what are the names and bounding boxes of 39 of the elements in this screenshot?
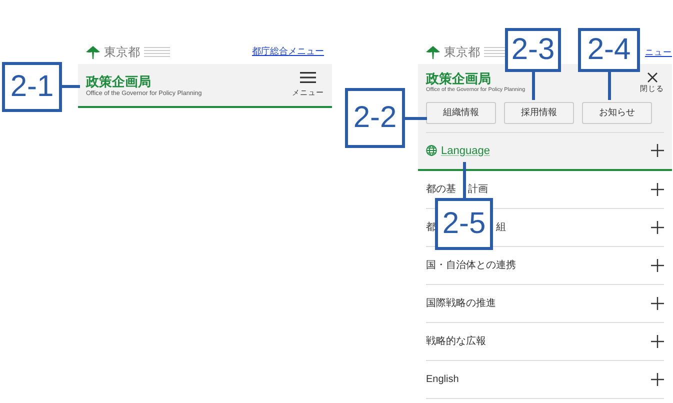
menu-item-label[interactable]: 都の基: [426, 182, 456, 197]
logo-text: 東京都: [444, 44, 480, 61]
header-link-button[interactable]: お知らせ: [582, 102, 652, 124]
close-icon[interactable]: [646, 72, 658, 83]
menu-item-label[interactable]: 国・自治体との連携: [426, 258, 516, 273]
leader-line: [532, 72, 535, 100]
leader-line: [62, 85, 80, 88]
logo-text: 東京都: [104, 44, 140, 61]
menu-item-label[interactable]: English: [426, 372, 459, 387]
callout-label: 2-5: [435, 198, 493, 250]
menu-item-label[interactable]: 戦略的な広報: [426, 334, 486, 349]
site-title[interactable]: 政策企画局: [86, 75, 202, 90]
tree-logo-icon: [426, 46, 440, 58]
menu-icon[interactable]: [300, 72, 316, 83]
plus-icon[interactable]: [651, 296, 664, 310]
plus-icon[interactable]: [651, 334, 664, 348]
callout-label: 2-3: [505, 28, 561, 72]
menu-item-label[interactable]: 国際戦略の推進: [426, 296, 496, 311]
site-title[interactable]: 政策企画局: [426, 72, 526, 86]
plus-icon[interactable]: [651, 182, 664, 196]
leader-line: [608, 72, 611, 100]
menu-item-label[interactable]: 計画: [468, 182, 488, 197]
plus-icon[interactable]: [651, 144, 664, 158]
globe-icon: [426, 145, 437, 156]
language-link[interactable]: Language: [441, 142, 490, 160]
header-link-button[interactable]: 組織情報: [426, 102, 496, 124]
leader-line: [405, 117, 427, 120]
tree-logo-icon: [86, 46, 100, 58]
callout-label: 2-1: [2, 62, 62, 112]
plus-icon[interactable]: [651, 258, 664, 272]
plus-icon[interactable]: [651, 372, 664, 386]
header-link-button[interactable]: 採用情報: [504, 102, 574, 124]
top-menu-link[interactable]: 都庁総合メニュー: [252, 45, 324, 59]
callout-label: 2-4: [578, 28, 640, 72]
top-menu-link[interactable]: ニュー: [645, 46, 672, 58]
plus-icon[interactable]: [651, 220, 664, 234]
callout-label: 2-2: [345, 88, 405, 148]
menu-item-label[interactable]: 組: [496, 220, 506, 235]
leader-line: [463, 162, 466, 198]
